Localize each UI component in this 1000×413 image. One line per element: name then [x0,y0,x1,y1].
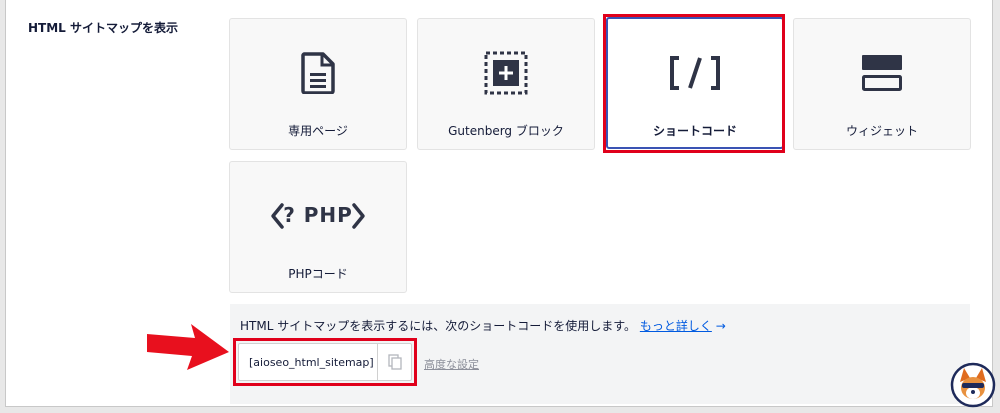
widget-icon [862,55,902,91]
option-label: PHPコード [288,267,348,281]
arrow-right-icon: → [715,319,726,333]
arrow-pointer-icon [147,324,229,370]
php-glyph: <? PHP >? PHP [283,203,353,227]
option-label: ショートコード [652,124,737,138]
option-shortcode[interactable]: ショートコード [606,17,784,149]
option-label: Gutenberg ブロック [448,124,564,138]
info-message: HTML サイトマップを表示するには、次のショートコードを使用します。 [240,319,637,333]
copy-button[interactable] [377,344,411,380]
option-label: ウィジェット [845,124,918,138]
option-label: 専用ページ [288,124,348,138]
setting-label: HTML サイトマップを表示 [28,21,178,35]
option-gutenberg-block[interactable]: Gutenberg ブロック [417,18,595,150]
info-text: HTML サイトマップを表示するには、次のショートコードを使用します。 もっと詳… [240,317,726,334]
shortcode-icon [670,56,720,90]
advanced-settings-link[interactable]: 高度な設定 [424,356,479,372]
document-icon [301,52,335,94]
shortcode-field: [aioseo_html_sitemap] [238,343,412,381]
option-widget[interactable]: ウィジェット [793,18,971,150]
shortcode-value[interactable]: [aioseo_html_sitemap] [239,356,377,369]
mascot-icon [950,362,996,408]
copy-icon [387,354,402,370]
option-php-code[interactable]: <? PHP >? PHP PHPコード [229,161,407,293]
learn-more-link[interactable]: もっと詳しく [640,319,712,333]
block-add-icon [484,51,528,95]
option-dedicated-page[interactable]: 専用ページ [229,18,407,150]
